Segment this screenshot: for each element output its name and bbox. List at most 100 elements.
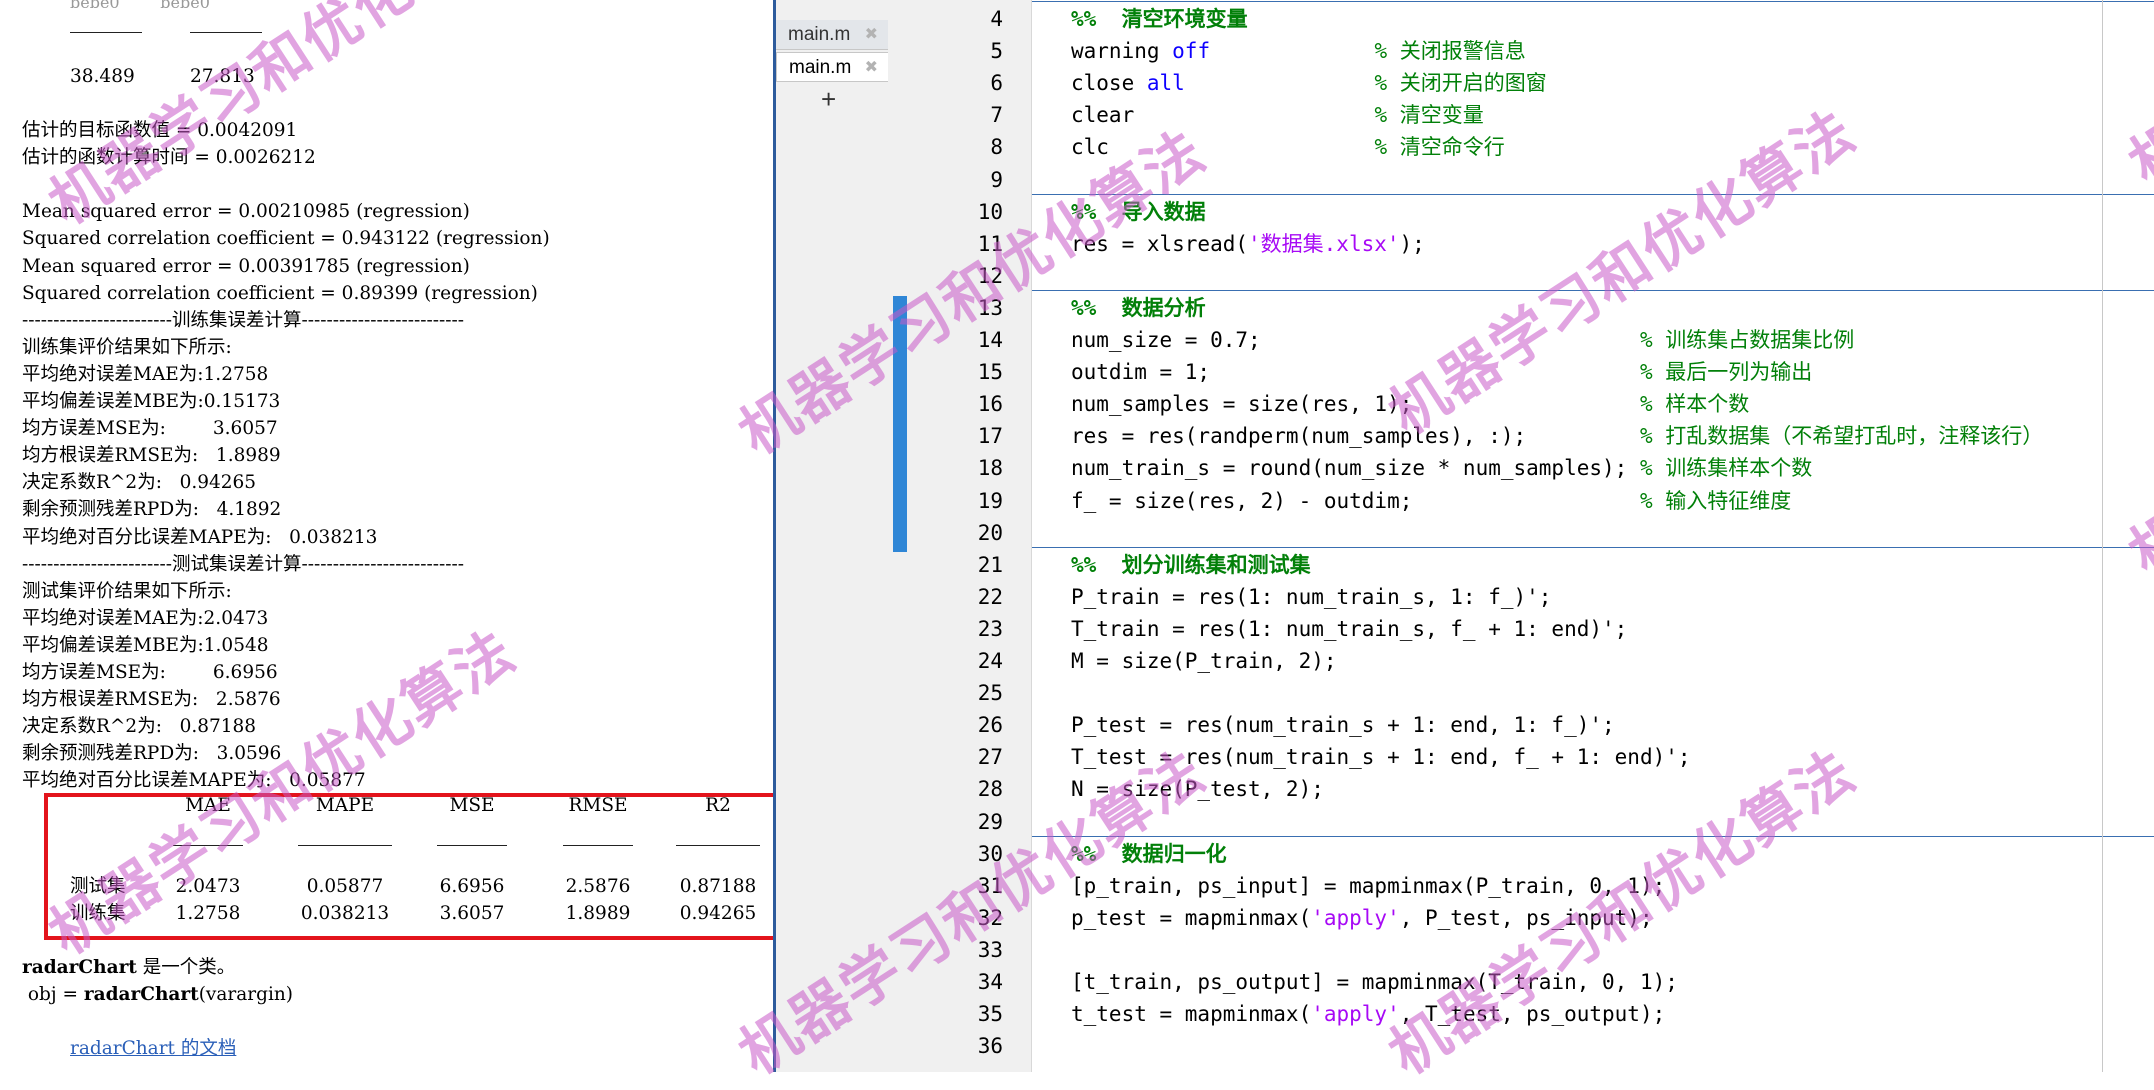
line-number: 30 [977, 841, 1003, 866]
line-number: 31 [977, 873, 1003, 898]
line-number: 7 [990, 103, 1003, 128]
code-string: 'apply' [1311, 905, 1400, 930]
code-line[interactable]: [t_train, ps_output] = mapminmax(T_train… [1071, 966, 1678, 998]
code-line[interactable]: close all % 关闭开启的图窗 [1071, 67, 1547, 99]
output-line: 测试集评价结果如下所示: [22, 580, 232, 602]
code-line[interactable]: %% 导入数据 [1071, 196, 1206, 228]
output-line: 平均绝对误差MAE为:1.2758 [22, 363, 269, 385]
output-line: ------------------------训练集误差计算---------… [22, 309, 465, 331]
code-line[interactable]: %% 数据归一化 [1071, 838, 1227, 870]
section-title: %% 数据归一化 [1071, 841, 1227, 866]
code-comment: % 训练集占数据集比例 [1639, 328, 1855, 352]
code-text: clc [1071, 135, 1375, 160]
code-text: clear [1071, 103, 1375, 128]
output-line: Squared correlation coefficient = 0.9431… [22, 228, 550, 250]
output-line: 剩余预测残差RPD为: 3.0596 [22, 743, 282, 765]
code-line[interactable]: warning off % 关闭报警信息 [1071, 35, 1526, 67]
line-number: 20 [977, 520, 1003, 545]
code-text: num_size = 0.7; [1071, 328, 1640, 352]
code-line[interactable]: N = size(P_test, 2); [1071, 773, 1324, 805]
code-line[interactable]: %% 数据分析 [1071, 292, 1206, 324]
code-line[interactable]: T_train = res(1: num_train_s, f_ + 1: en… [1071, 613, 1627, 645]
code-line[interactable]: num_size = 0.7; % 训练集占数据集比例 [1071, 324, 1854, 356]
line-number: 12 [977, 263, 1003, 288]
line-number: 35 [977, 1002, 1003, 1027]
output-line: Mean squared error = 0.00391785 (regress… [22, 255, 470, 277]
code-editor[interactable]: 4 5 6 7 8 9 10 11 12 13 14 15 16 17 18 19 20 21 22 23 24 25 26… [891, 0, 2154, 1072]
line-number: 5 [990, 39, 1003, 64]
code-comment: % 清空命令行 [1374, 135, 1505, 160]
code-line[interactable]: res = xlsread('数据集.xlsx'); [1071, 228, 1425, 260]
output-line: 训练集评价结果如下所示: [22, 336, 232, 358]
code-line[interactable]: P_train = res(1: num_train_s, 1: f_)'; [1071, 581, 1551, 613]
code-text: f_ = size(res, 2) - outdim; [1071, 488, 1640, 513]
section-title: %% 清空环境变量 [1071, 7, 1248, 31]
line-number: 17 [977, 424, 1003, 449]
line-number: 32 [977, 905, 1003, 930]
add-tab-button[interactable]: + [821, 84, 836, 115]
section-divider [891, 835, 2154, 837]
code-line[interactable]: %% 清空环境变量 [1071, 3, 1248, 35]
editor-tab-strip: main.m ✖ main.m ✖ + [776, 0, 891, 1072]
line-number: 19 [977, 488, 1003, 513]
code-line[interactable]: clear % 清空变量 [1071, 99, 1484, 131]
code-line[interactable]: res = res(randperm(num_samples), :); % 打… [1071, 420, 2043, 452]
output-line: 均方误差MSE为: 3.6057 [22, 418, 278, 440]
code-text: [t_train, ps_output] = mapminmax(T_train… [1071, 970, 1678, 994]
code-line[interactable]: P_test = res(num_train_s + 1: end, 1: f_… [1071, 709, 1615, 741]
code-text: ); [1399, 231, 1425, 256]
line-number: 8 [990, 135, 1003, 160]
code-line[interactable]: p_test = mapminmax('apply', P_test, ps_i… [1071, 902, 1653, 934]
line-number: 22 [977, 584, 1003, 609]
code-string: '数据集.xlsx' [1248, 231, 1400, 256]
code-line[interactable]: t_test = mapminmax('apply', T_test, ps_o… [1071, 998, 1665, 1030]
line-number: 10 [977, 199, 1003, 224]
doc-link[interactable]: radarChart 的文档 [70, 1036, 236, 1062]
section-title: %% 数据分析 [1071, 295, 1206, 320]
line-number: 27 [977, 745, 1003, 770]
line-number: 25 [977, 681, 1003, 706]
tab-main-m-1[interactable]: main.m ✖ [776, 20, 888, 50]
code-text: outdim = 1; [1071, 360, 1640, 385]
line-number: 15 [977, 360, 1003, 385]
section-title: %% 划分训练集和测试集 [1071, 552, 1311, 577]
code-line[interactable]: num_samples = size(res, 1); % 样本个数 [1071, 388, 1749, 420]
code-text: [p_train, ps_input] = mapminmax(P_train,… [1071, 873, 1666, 898]
output-line: 平均偏差误差MBE为:0.15173 [22, 391, 281, 412]
line-number-gutter: 4 5 6 7 8 9 10 11 12 13 14 15 16 17 18 19 20 21 22 23 24 25 26… [891, 0, 1032, 1072]
close-icon[interactable]: ✖ [865, 53, 878, 83]
code-text: p_test = mapminmax( [1071, 905, 1312, 930]
code-comment: % 最后一列为输出 [1639, 360, 1813, 385]
line-number: 9 [990, 167, 1003, 192]
tab-main-m-2[interactable]: main.m ✖ [776, 52, 888, 82]
code-line[interactable]: outdim = 1; % 最后一列为输出 [1071, 356, 1812, 388]
code-line[interactable]: %% 划分训练集和测试集 [1071, 549, 1311, 581]
code-comment: % 清空变量 [1374, 103, 1484, 128]
command-window[interactable]: bebe0 bebe0 38.489 27.813 估计的目标函数值 = 0.0… [0, 0, 773, 1072]
code-line[interactable]: num_train_s = round(num_size * num_sampl… [1071, 452, 1812, 484]
code-line[interactable]: f_ = size(res, 2) - outdim; % 输入特征维度 [1071, 485, 1791, 517]
code-line[interactable]: [p_train, ps_input] = mapminmax(P_train,… [1071, 870, 1665, 902]
section-divider [891, 289, 2154, 291]
output-line: 平均绝对百分比误差MAPE为: 0.038213 [22, 526, 378, 548]
line-number: 6 [990, 71, 1003, 96]
code-keyword: all [1146, 71, 1185, 96]
code-line[interactable]: clc % 清空命令行 [1071, 131, 1505, 163]
code-comment: % 关闭报警信息 [1374, 39, 1526, 64]
code-line[interactable]: M = size(P_train, 2); [1071, 645, 1337, 677]
output-line: ------------------------测试集误差计算---------… [22, 553, 465, 575]
code-text: N = size(P_test, 2); [1071, 777, 1324, 802]
line-number: 24 [977, 649, 1003, 673]
code-text: T_train = res(1: num_train_s, f_ + 1: en… [1071, 616, 1628, 641]
line-number: 36 [977, 1034, 1003, 1059]
code-text: T_test = res(num_train_s + 1: end, f_ + … [1071, 745, 1691, 770]
section-divider [891, 546, 2154, 548]
output-line: 决定系数R^2为: 0.94265 [22, 472, 257, 494]
help-line-class: radarChart 是一个类。 [22, 957, 236, 978]
code-keyword: off [1172, 39, 1211, 64]
header-rule-1 [70, 32, 142, 33]
output-line: 均方根误差RMSE为: 2.5876 [22, 689, 281, 711]
code-line[interactable]: T_test = res(num_train_s + 1: end, f_ + … [1071, 741, 1691, 773]
close-icon[interactable]: ✖ [865, 20, 878, 50]
